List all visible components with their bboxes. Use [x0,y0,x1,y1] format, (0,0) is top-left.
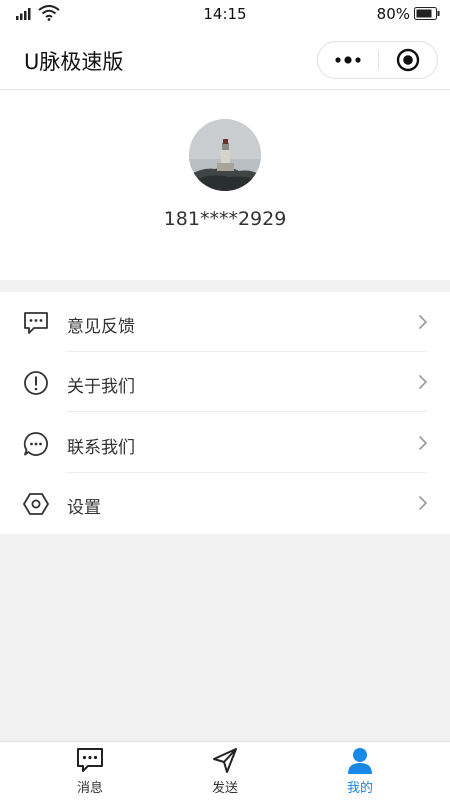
chevron-right-icon [418,314,428,330]
menu-divider [67,411,427,412]
tab-send[interactable]: 发送 [150,742,300,800]
lighthouse-image [189,119,261,191]
settings-icon [23,493,49,515]
menu-item-feedback[interactable]: 意见反馈 [0,292,450,352]
menu-item-settings[interactable]: 设置 [0,473,450,533]
menu-item-label: 意见反馈 [67,317,135,337]
phone-number: 181****2929 [163,208,287,230]
close-button[interactable] [379,42,437,78]
menu-list: 意见反馈 关于我们 联系我们 设置 [0,292,450,534]
tab-label: 消息 [76,781,103,796]
tab-bar: 消息 发送 我的 [0,741,450,800]
status-bar: 14:15 80% [0,0,450,28]
menu-item-label: 设置 [67,498,101,518]
battery-icon [414,7,440,20]
menu-item-about[interactable]: 关于我们 [0,352,450,412]
menu-item-contact[interactable]: 联系我们 [0,413,450,473]
feedback-icon [24,312,48,334]
more-button[interactable] [318,42,378,78]
battery-percent: 80% [376,5,410,23]
menu-item-label: 联系我们 [67,438,135,458]
close-target-icon [396,48,420,72]
avatar[interactable] [189,119,261,191]
chevron-right-icon [418,495,428,511]
info-icon [24,371,48,395]
chevron-right-icon [418,374,428,390]
chevron-right-icon [418,435,428,451]
profile-section: 181****2929 [0,90,450,280]
menu-item-label: 关于我们 [67,377,135,397]
person-icon [348,748,372,774]
app-title: U脉极速版 [24,50,124,74]
tab-label: 我的 [346,781,373,796]
mini-program-capsule [317,41,438,79]
message-icon [77,748,103,772]
tab-label: 发送 [211,781,238,796]
more-dots-icon [335,56,361,64]
tab-messages[interactable]: 消息 [15,742,165,800]
chat-icon [23,432,48,456]
tab-mine[interactable]: 我的 [285,742,435,800]
app-header: U脉极速版 [0,28,450,90]
send-icon [213,748,237,773]
